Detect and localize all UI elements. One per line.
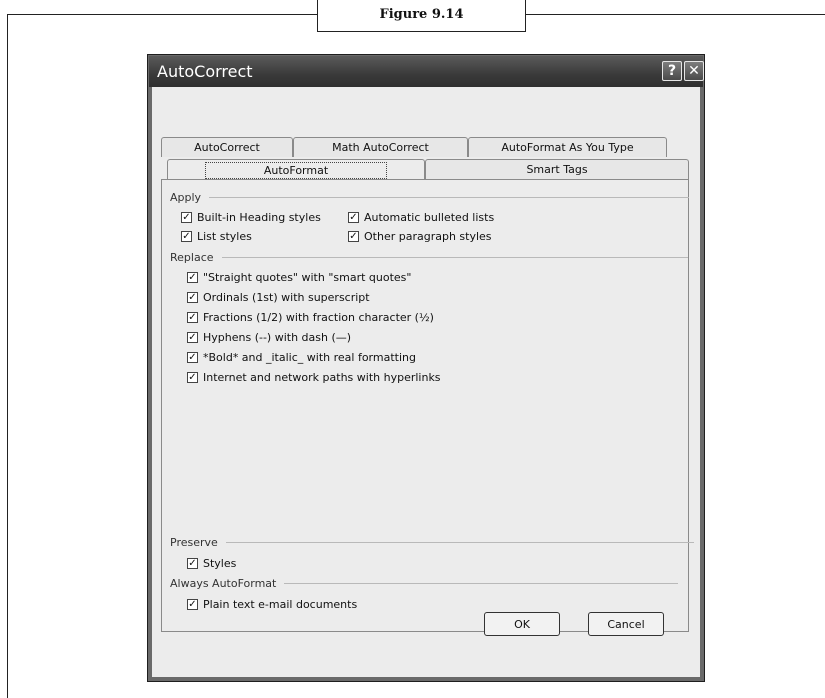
section-preserve: Preserve [170, 536, 694, 549]
tab-autoformat-as-you-type[interactable]: AutoFormat As You Type [468, 137, 667, 157]
figure-frame-top [524, 14, 825, 15]
tab-smart-tags[interactable]: Smart Tags [425, 159, 689, 179]
figure-caption: Figure 9.14 [317, 0, 526, 32]
checkbox-other-paragraph-styles[interactable]: ✓ Other paragraph styles [348, 230, 492, 243]
checkbox-automatic-bulleted-lists[interactable]: ✓ Automatic bulleted lists [348, 211, 494, 224]
check-icon: ✓ [187, 311, 198, 323]
help-icon: ? [667, 63, 677, 79]
close-button[interactable]: ✕ [684, 61, 704, 81]
help-button[interactable]: ? [662, 61, 682, 81]
figure-frame-top [7, 14, 318, 15]
autocorrect-dialog: AutoCorrect ? ✕ AutoCorrect Math AutoCor… [147, 54, 705, 682]
check-icon: ✓ [348, 211, 359, 223]
cancel-button[interactable]: Cancel [588, 612, 664, 636]
title-bar[interactable]: AutoCorrect ? ✕ [149, 56, 704, 87]
checkbox-list-styles[interactable]: ✓ List styles [181, 230, 252, 243]
check-icon: ✓ [187, 371, 198, 383]
section-apply: Apply [170, 191, 690, 204]
check-icon: ✓ [187, 331, 198, 343]
ok-button[interactable]: OK [484, 612, 560, 636]
tab-autoformat[interactable]: AutoFormat [167, 159, 425, 180]
section-always-autoformat: Always AutoFormat [170, 577, 679, 590]
check-icon: ✓ [181, 230, 192, 242]
tab-math-autocorrect[interactable]: Math AutoCorrect [293, 137, 468, 157]
check-icon: ✓ [187, 557, 198, 569]
checkbox-straight-quotes[interactable]: ✓ "Straight quotes" with "smart quotes" [187, 271, 411, 284]
check-icon: ✓ [187, 598, 198, 610]
check-icon: ✓ [181, 211, 192, 223]
checkbox-bold-italic[interactable]: ✓ *Bold* and _italic_ with real formattin… [187, 351, 416, 364]
checkbox-styles[interactable]: ✓ Styles [187, 557, 236, 570]
checkbox-built-in-heading-styles[interactable]: ✓ Built-in Heading styles [181, 211, 321, 224]
dialog-body: AutoCorrect Math AutoCorrect AutoFormat … [152, 87, 700, 677]
figure-frame-left [7, 14, 8, 698]
autoformat-panel [161, 179, 689, 632]
check-icon: ✓ [187, 271, 198, 283]
checkbox-ordinals[interactable]: ✓ Ordinals (1st) with superscript [187, 291, 370, 304]
checkbox-fractions[interactable]: ✓ Fractions (1/2) with fraction character… [187, 311, 434, 324]
dialog-title: AutoCorrect [157, 62, 253, 81]
checkbox-hyphens[interactable]: ✓ Hyphens (--) with dash (—) [187, 331, 351, 344]
tab-autocorrect[interactable]: AutoCorrect [161, 137, 293, 157]
check-icon: ✓ [187, 291, 198, 303]
checkbox-plain-text-email[interactable]: ✓ Plain text e-mail documents [187, 598, 357, 611]
section-replace: Replace [170, 251, 688, 264]
check-icon: ✓ [348, 230, 359, 242]
check-icon: ✓ [187, 351, 198, 363]
checkbox-internet-paths[interactable]: ✓ Internet and network paths with hyperli… [187, 371, 441, 384]
close-icon: ✕ [688, 63, 700, 79]
